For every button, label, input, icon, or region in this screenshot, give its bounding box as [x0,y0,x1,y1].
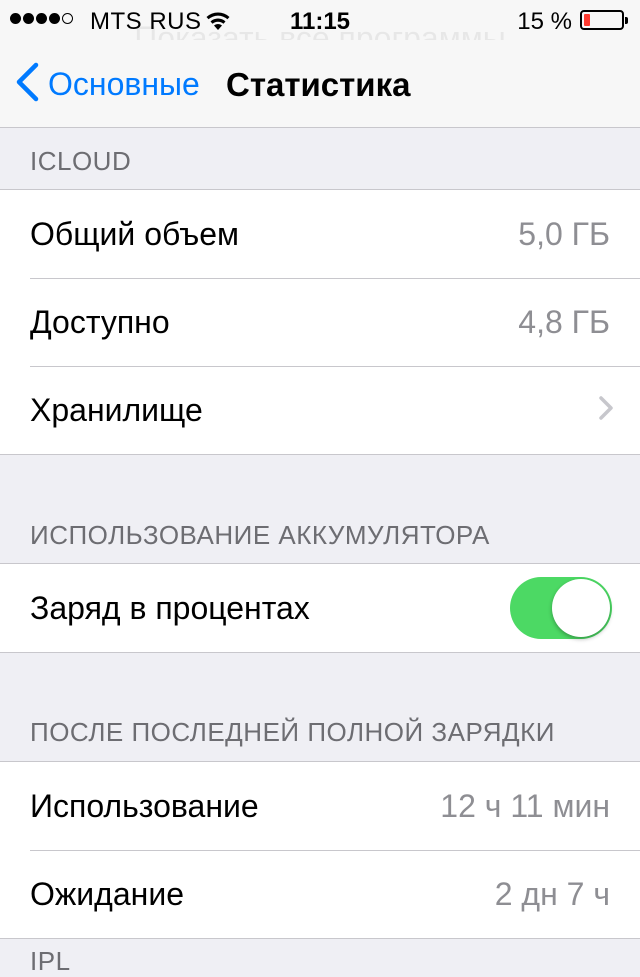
battery-icon [580,10,628,30]
row-label: Заряд в процентах [30,589,310,626]
battery-percentage-toggle[interactable] [510,577,612,639]
row-value: 12 ч 11 мин [440,787,610,824]
status-bar: MTS RUS 11:15 15 % [0,0,640,40]
page-title: Статистика [226,66,411,103]
row-label: Использование [30,787,259,824]
row-value: 2 дн 7 ч [494,875,610,912]
row-label: Ожидание [30,875,184,912]
section-header-next: IPL [30,946,71,976]
section-header-icloud: ICLOUD [30,146,132,176]
section-header-since-charge: ПОСЛЕ ПОСЛЕДНЕЙ ПОЛНОЙ ЗАРЯДКИ [30,717,555,747]
row-label: Хранилище [30,391,203,428]
row-standby: Ожидание 2 дн 7 ч [0,850,640,938]
row-total-storage: Общий объем 5,0 ГБ [0,190,640,278]
group-battery-usage: Заряд в процентах [0,563,640,653]
chevron-right-icon [598,395,614,426]
row-label: Доступно [30,303,170,340]
back-button-label: Основные [48,66,200,102]
battery-percent: 15 % [517,8,572,35]
row-battery-percentage: Заряд в процентах [0,564,640,652]
row-usage: Использование 12 ч 11 мин [0,762,640,850]
row-storage[interactable]: Хранилище [0,366,640,454]
row-value: 4,8 ГБ [518,303,610,340]
row-value: 5,0 ГБ [518,215,610,252]
group-icloud: Общий объем 5,0 ГБ Доступно 4,8 ГБ Храни… [0,189,640,455]
back-button[interactable]: Основные [14,62,200,107]
row-label: Общий объем [30,215,240,252]
chevron-left-icon [14,62,40,107]
row-available: Доступно 4,8 ГБ [0,278,640,366]
navigation-bar: Основные Статистика [0,40,640,128]
section-header-battery-usage: ИСПОЛЬЗОВАНИЕ АККУМУЛЯТОРА [30,520,490,550]
toggle-knob [552,579,610,637]
group-since-charge: Использование 12 ч 11 мин Ожидание 2 дн … [0,761,640,939]
